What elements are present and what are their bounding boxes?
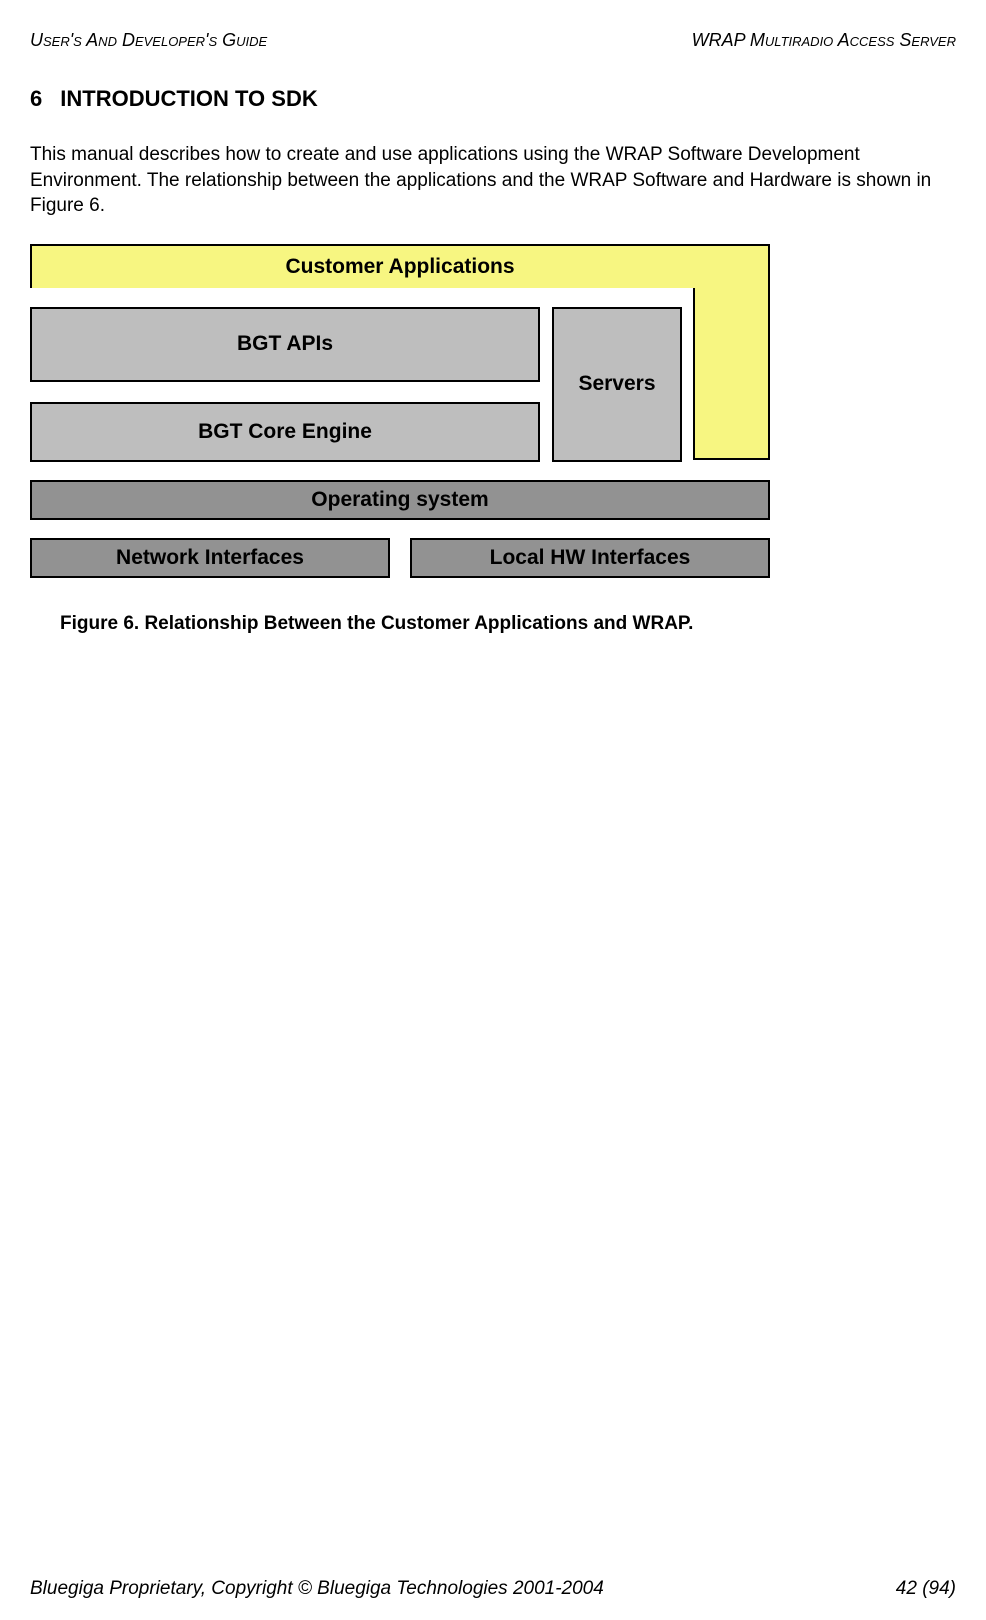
diagram-bottom-row: Network Interfaces Local HW Interfaces: [30, 538, 770, 578]
section-title: INTRODUCTION TO SDK: [60, 86, 317, 111]
page-header: User's And Developer's Guide WRAP Multir…: [30, 30, 956, 51]
figure-caption: Figure 6. Relationship Between the Custo…: [60, 613, 956, 635]
local-hw-interfaces-box: Local HW Interfaces: [410, 538, 770, 578]
customer-applications-pillar: [693, 286, 770, 460]
customer-applications-box: Customer Applications: [30, 244, 770, 288]
network-interfaces-box: Network Interfaces: [30, 538, 390, 578]
operating-system-box: Operating system: [30, 480, 770, 520]
servers-box: Servers: [552, 307, 682, 462]
footer-left: Bluegiga Proprietary, Copyright © Bluegi…: [30, 1578, 604, 1600]
section-heading: 6 INTRODUCTION TO SDK: [30, 86, 956, 112]
section-number: 6: [30, 86, 42, 111]
page-footer: Bluegiga Proprietary, Copyright © Bluegi…: [30, 1578, 956, 1600]
diagram-left-stack: BGT APIs BGT Core Engine: [30, 307, 540, 462]
intro-paragraph: This manual describes how to create and …: [30, 142, 956, 219]
architecture-diagram: Customer Applications BGT APIs BGT Core …: [30, 244, 770, 578]
header-right: WRAP Multiradio Access Server: [692, 30, 956, 51]
bgt-core-engine-box: BGT Core Engine: [30, 402, 540, 462]
footer-page-number: 42 (94): [896, 1578, 956, 1600]
bgt-apis-box: BGT APIs: [30, 307, 540, 382]
diagram-mid-row: BGT APIs BGT Core Engine Servers: [30, 307, 770, 462]
header-left: User's And Developer's Guide: [30, 30, 267, 51]
